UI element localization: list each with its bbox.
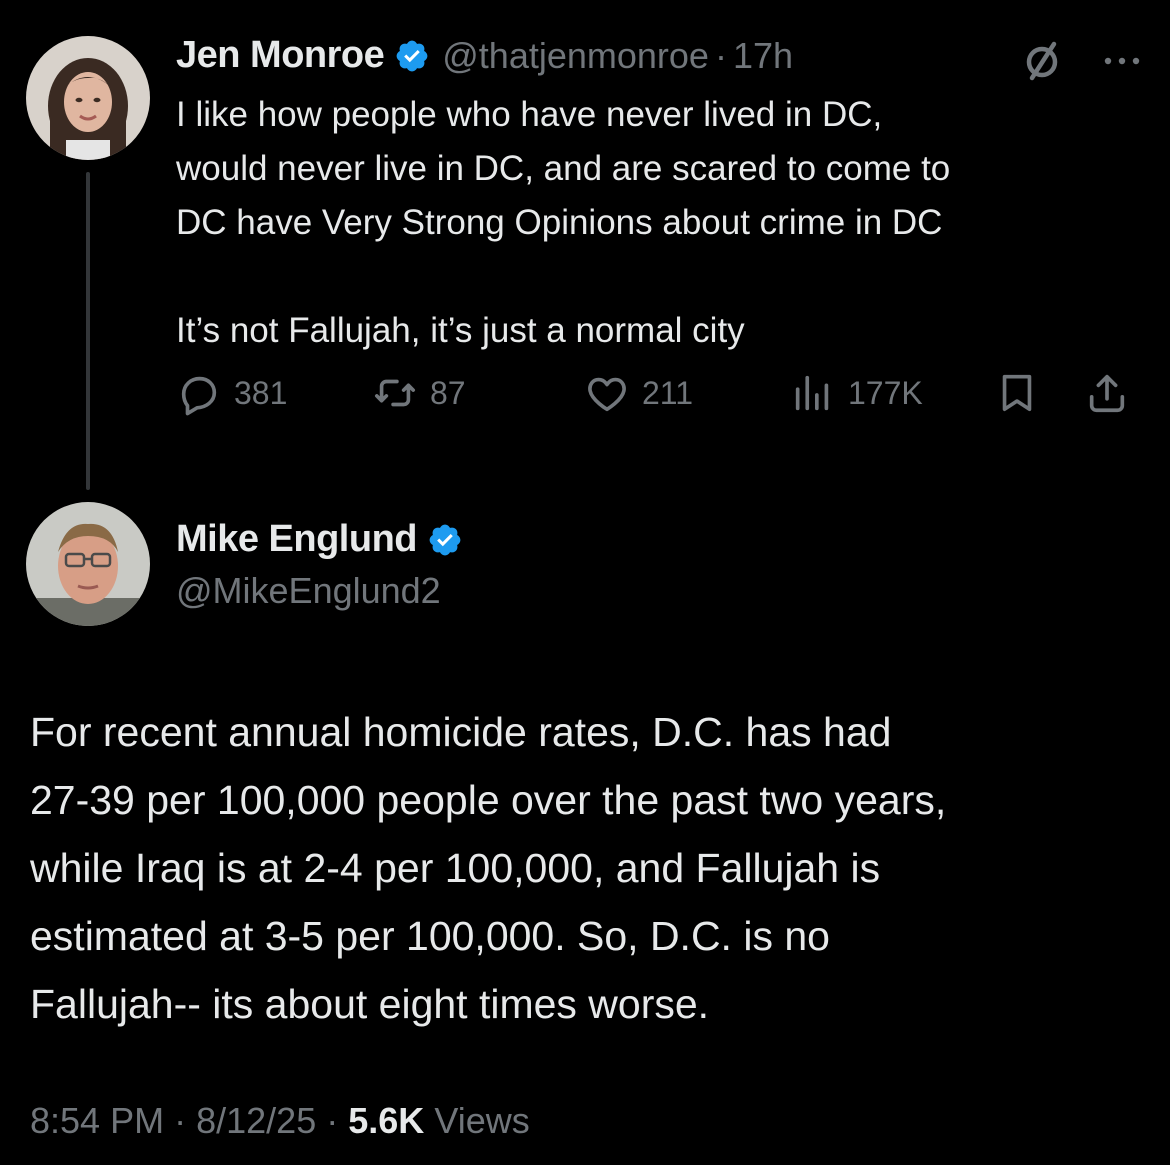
- views-button[interactable]: 177K: [790, 370, 923, 416]
- reply-count: 381: [234, 374, 288, 411]
- bookmark-icon: [994, 370, 1040, 416]
- repost-icon: [372, 370, 418, 416]
- repost-count: 87: [430, 374, 466, 411]
- share-icon: [1084, 370, 1130, 416]
- views-count: 5.6K: [348, 1100, 425, 1141]
- avatar-mike-englund[interactable]: [26, 502, 150, 626]
- tweet-time[interactable]: 8:54 PM: [30, 1100, 164, 1141]
- tweet-text-jen: I like how people who have never lived i…: [176, 95, 951, 350]
- bookmark-button[interactable]: [994, 370, 1040, 416]
- tweet-date[interactable]: 8/12/25: [196, 1100, 316, 1141]
- reply-button[interactable]: 381: [176, 370, 287, 416]
- tweet-footer: 8:54 PM · 8/12/25 · 5.6K Views: [30, 1100, 530, 1142]
- views-count: 177K: [848, 374, 923, 411]
- like-button[interactable]: 211: [584, 370, 693, 416]
- repost-button[interactable]: 87: [372, 370, 466, 416]
- share-button[interactable]: [1084, 370, 1130, 416]
- avatar-jen-monroe[interactable]: [26, 36, 150, 160]
- grok-slash-icon[interactable]: [1020, 38, 1064, 87]
- tweet-top-actions: [1020, 38, 1142, 87]
- tweet-action-bar: 381 87 211 177K: [176, 370, 1146, 430]
- tweet-header-mike: Mike Englund: [176, 518, 463, 561]
- reply-icon: [176, 370, 222, 416]
- thread-connector-line: [86, 172, 90, 490]
- dot-separator: ·: [174, 1100, 187, 1141]
- views-chart-icon: [790, 370, 836, 416]
- dot-separator: ·: [714, 34, 727, 76]
- tweet-header-jen: Jen Monroe @thatjenmonroe · 17h: [176, 34, 793, 77]
- more-icon[interactable]: [1102, 54, 1142, 72]
- heart-icon: [584, 370, 630, 416]
- views-label: Views: [434, 1100, 530, 1141]
- author-handle[interactable]: @MikeEnglund2: [176, 570, 441, 612]
- author-handle[interactable]: @thatjenmonroe: [442, 35, 709, 77]
- author-name[interactable]: Jen Monroe: [176, 34, 385, 77]
- verified-badge-icon: [394, 38, 430, 74]
- dot-separator: ·: [326, 1100, 339, 1141]
- verified-badge-icon: [427, 522, 463, 558]
- like-count: 211: [642, 374, 694, 411]
- author-name[interactable]: Mike Englund: [176, 518, 418, 561]
- tweet-time-ago[interactable]: 17h: [733, 35, 793, 77]
- tweet-text-mike: For recent annual homicide rates, D.C. h…: [30, 709, 947, 1027]
